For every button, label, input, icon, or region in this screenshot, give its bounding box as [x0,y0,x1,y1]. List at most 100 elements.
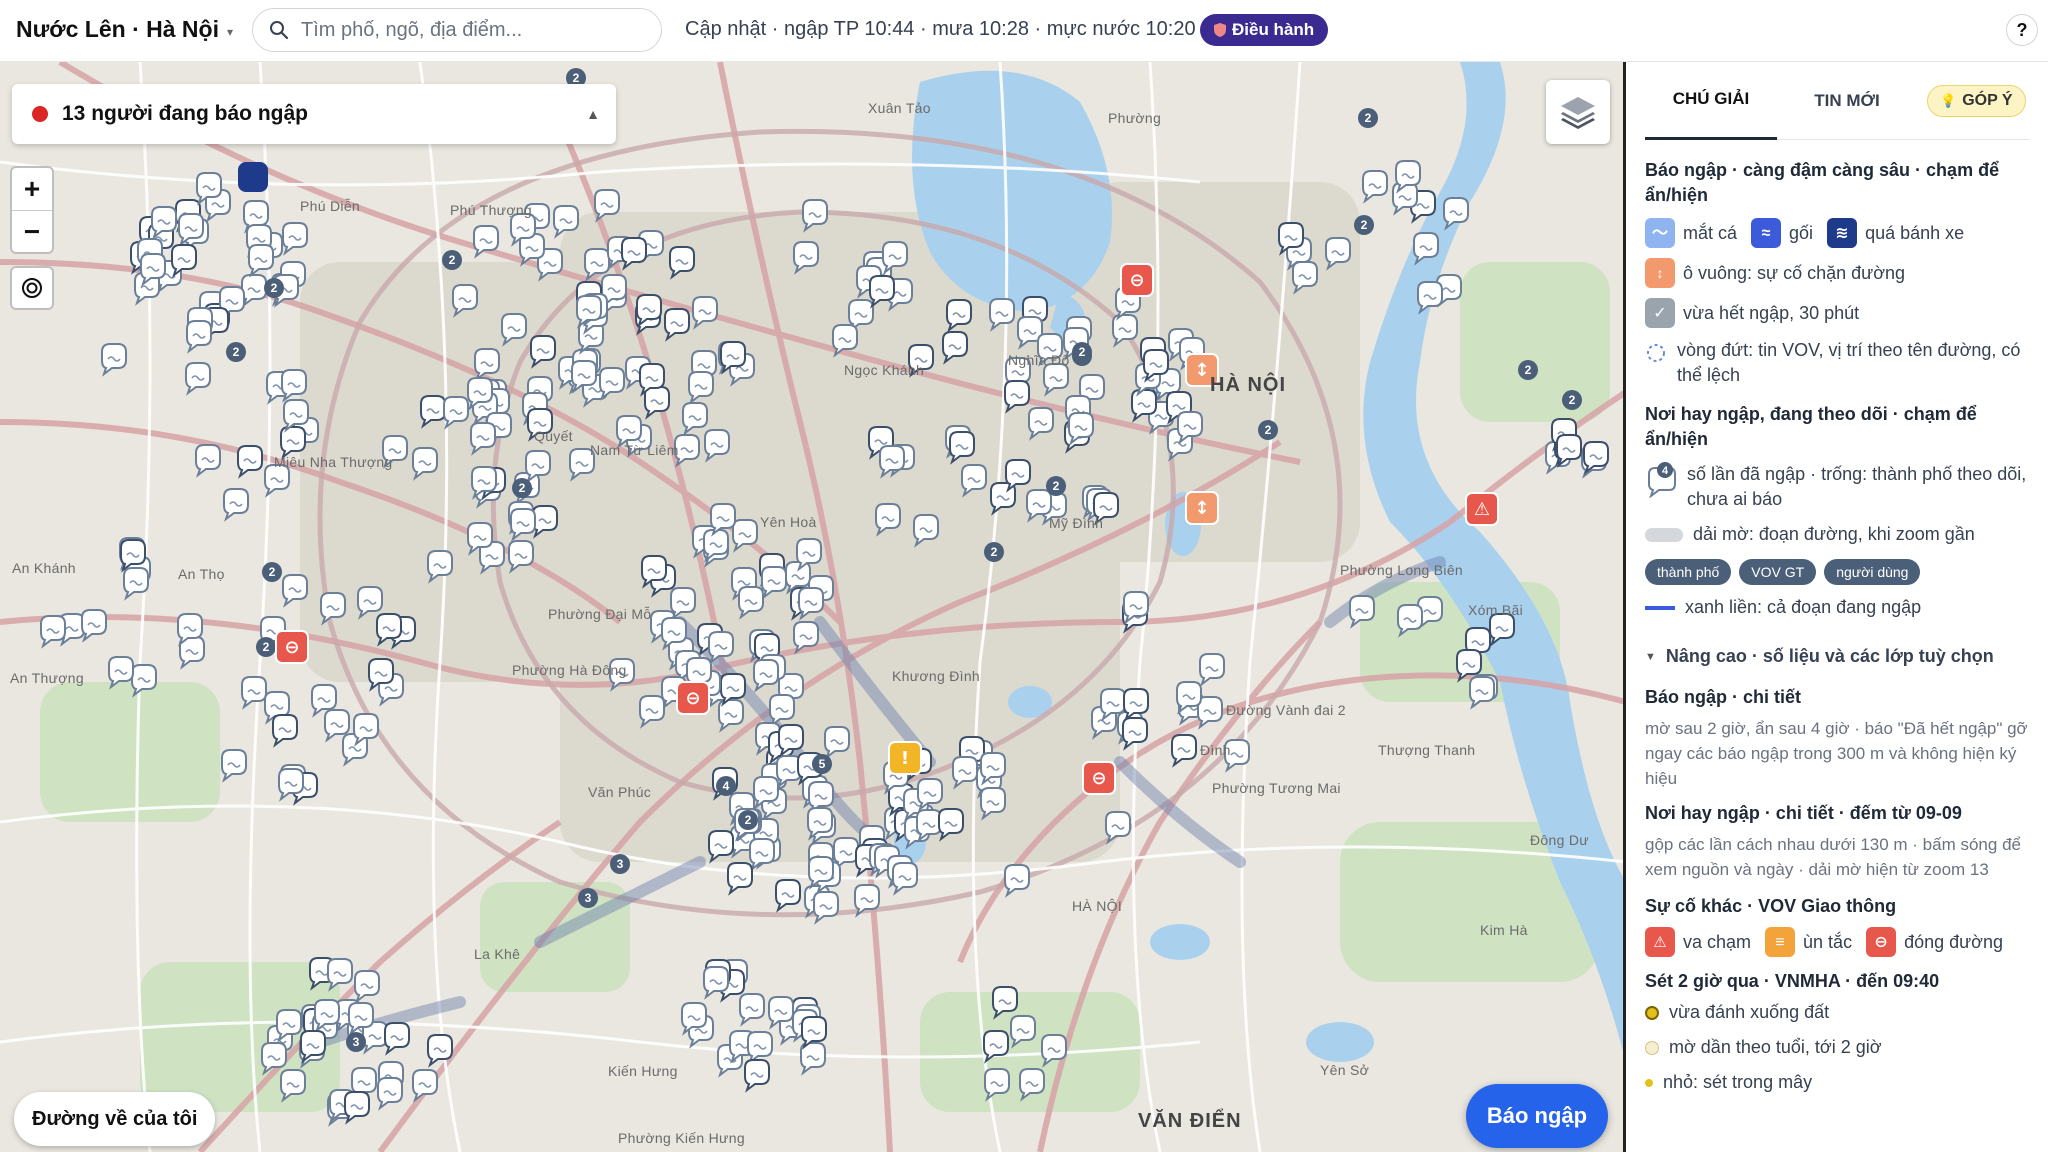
incident-icon: ⊖ [284,637,299,658]
map-label: Thượng Thanh [1378,742,1476,758]
hotspot-count-label: 2 [1361,218,1368,232]
operator-button[interactable]: Điều hành [1200,14,1329,46]
hotspot-count-label: 2 [573,71,580,85]
hotspot-count-label: 2 [1365,111,1372,125]
map-label: Phường Đại Mỗ [548,606,652,622]
report-flood-button[interactable]: Báo ngập [1466,1084,1608,1148]
legend-text: vòng đứt: tin VOV, vị trí theo tên đường… [1677,340,2021,385]
legend-text: số lần đã ngập · trống: thành phố theo d… [1687,464,2027,509]
depth-label: gối [1789,222,1814,243]
map-label: Mỹ Đình [1049,515,1104,531]
map-label: Phường Long Biên [1340,562,1463,578]
reporters-count: 13 người đang báo ngập [62,102,308,125]
solid-legend: xanh liền: cả đoạn đang ngập [1645,595,2030,620]
chip-users[interactable]: người dùng [1824,559,1921,585]
live-dot-icon [32,106,48,122]
hotspot-count-label: 2 [745,813,752,827]
hotspot-icon: 4 [1648,462,1676,498]
chip-vov[interactable]: VOV GT [1739,559,1817,585]
incident-icon: ↕ [1194,360,1209,381]
hotspot-count-label: 2 [1525,363,1532,377]
road-closed-icon: ⊖ [1866,927,1897,957]
triangle-down-icon: ▼ [1645,650,1656,663]
report-detail-title: Báo ngập · chi tiết [1645,687,1802,707]
map-label: Phú Thượng [450,202,533,218]
hotspot-count-label: 2 [233,345,240,359]
depth-legend: 〜 mắt cá ≈ gối ≋ quá bánh xe [1645,218,2030,248]
legend-text: vừa hết ngập, 30 phút [1683,302,1860,323]
hotspot-count-label: 5 [819,757,826,771]
map-label: An Thọ [178,566,225,582]
incident-label: ùn tắc [1803,931,1853,952]
check-icon: ✓ [1645,298,1675,328]
lightning-title: Sét 2 giờ qua · VNMHA · đến 09:40 [1645,971,1940,991]
incident-label: va chạm [1683,931,1752,952]
hotspot-count-label: 2 [1569,393,1576,407]
map-label: Ngọc Khánh [844,362,925,378]
map-label: Đông Dư [1530,832,1589,848]
map-label: Kiến Hưng [608,1063,678,1079]
map-label: Xóm Bãi [1468,602,1524,618]
hotspot-legend: 4 số lần đã ngập · trống: thành phố theo… [1645,462,2030,512]
faint-legend: dải mờ: đoạn đường, khi zoom gần [1645,522,2030,547]
solid-segment-icon [1645,605,1675,610]
deep-flood-marker[interactable] [238,162,268,192]
map-canvas[interactable]: 2222354223222222223222 ⊖↕↕⚠⊖⊖!⊖ [0,62,1626,1152]
lightning-legend-3: nhỏ: sét trong mây [1645,1070,2030,1095]
incident-icon: ⊖ [1091,768,1106,789]
tab-legend[interactable]: CHÚ GIẢI [1645,62,1777,140]
feedback-button[interactable]: 💡 GÓP Ý [1927,84,2026,117]
legend-report-title[interactable]: Báo ngập · càng đậm càng sâu · chạm để ẩ… [1645,158,2030,208]
map-label: Khương Đình [892,668,981,684]
map-label: Yên Hoà [760,514,817,530]
source-chips: thành phố VOV GT người dùng [1645,559,2030,585]
reporters-panel[interactable]: 13 người đang báo ngập ▲ [12,84,616,144]
my-route-button[interactable]: Đường về của tôi [14,1092,216,1146]
incident-title: Sự cố khác · VOV Giao thông [1645,896,1897,916]
lightning-legend-2: mờ dần theo tuổi, tới 2 giờ [1645,1035,2030,1060]
layers-button[interactable] [1546,80,1610,144]
search-input[interactable] [301,18,631,42]
chevron-down-icon: ▾ [226,24,233,39]
zoom-out-button[interactable]: − [12,210,52,252]
hotspot-detail-text: gộp các lần cách nhau dưới 130 m · bấm s… [1645,835,2021,879]
hotspot-count-label: 2 [1053,479,1060,493]
knee-depth-icon[interactable]: ≈ [1751,218,1782,248]
chip-city[interactable]: thành phố [1645,559,1732,585]
incident-label: đóng đường [1904,931,2004,952]
map-label: An Thượng [10,670,84,686]
legend-text: vừa đánh xuống đất [1669,1002,1830,1022]
legend-text: dải mờ: đoạn đường, khi zoom gần [1693,524,1975,544]
tab-news[interactable]: TIN MỚI [1777,62,1917,140]
search-box[interactable] [252,8,662,52]
chevron-up-icon[interactable]: ▲ [586,106,600,122]
help-button[interactable]: ? [2006,14,2038,46]
locate-button[interactable] [10,266,54,310]
advanced-toggle[interactable]: ▼ Nâng cao · số liệu và các lớp tuỳ chọn [1645,646,2030,667]
map-label: Phường Tương Mai [1212,780,1341,796]
hotspot-count-label: 3 [617,857,624,871]
map-label: Yên Sở [1320,1062,1370,1078]
layers-icon [1561,97,1595,129]
flood-map[interactable]: 2222354223222222223222 ⊖↕↕⚠⊖⊖!⊖ Xuân Tảo… [0,62,1626,1152]
incident-icon: ⊖ [685,688,700,709]
operator-label: Điều hành [1232,20,1315,39]
legend-hotspot-title[interactable]: Nơi hay ngập, đang theo dõi · chạm để ẩn… [1645,402,2030,452]
report-detail-text: mờ sau 2 giờ, ẩn sau 4 giờ · báo "Đã hết… [1645,719,2028,788]
roadblock-icon: ↕ [1645,258,1675,288]
sidebar: CHÚ GIẢI TIN MỚI 💡 GÓP Ý Báo ngập · càng… [1629,62,2048,1152]
legend-text: mờ dần theo tuổi, tới 2 giờ [1669,1037,1882,1057]
depth-label: mắt cá [1683,222,1738,243]
ankle-depth-icon[interactable]: 〜 [1645,218,1675,248]
advanced-label: Nâng cao · số liệu và các lớp tuỳ chọn [1665,646,1994,666]
legend-text: nhỏ: sét trong mây [1663,1072,1813,1092]
legend-text: ô vuông: sự cố chặn đường [1683,262,1906,283]
traffic-jam-icon: ≡ [1765,927,1796,957]
map-label: Đường Vành đai 2 [1226,702,1346,718]
app-title[interactable]: Nước Lên · Hà Nội ▾ [16,16,233,43]
map-label: Xuân Tảo [868,100,931,116]
wheel-depth-icon[interactable]: ≋ [1827,218,1858,248]
lightning-dot-icon [1645,1005,1659,1020]
zoom-in-button[interactable]: + [12,168,52,210]
faint-segment-icon [1645,527,1683,542]
